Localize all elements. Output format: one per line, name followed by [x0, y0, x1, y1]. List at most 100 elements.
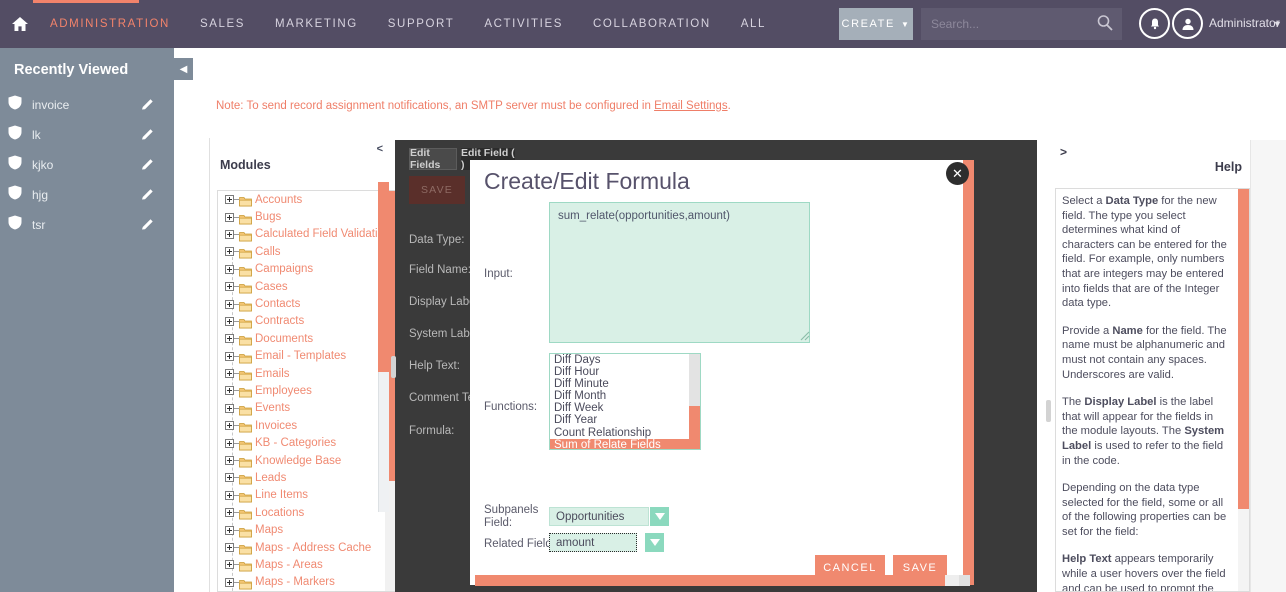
- tree-item[interactable]: Email - Templates: [218, 348, 396, 365]
- function-option[interactable]: Diff Days: [550, 354, 700, 366]
- subpanels-field-value[interactable]: Opportunities: [549, 507, 649, 526]
- expand-plus-icon[interactable]: [225, 247, 234, 257]
- create-button[interactable]: CREATE ▼: [839, 8, 913, 40]
- tree-item[interactable]: Maps - Areas: [218, 556, 396, 573]
- chevron-down-icon[interactable]: [650, 507, 669, 526]
- tree-item[interactable]: Knowledge Base: [218, 452, 396, 469]
- function-option[interactable]: Diff Month: [550, 390, 700, 402]
- tree-item[interactable]: Calls: [218, 243, 396, 260]
- help-scrollbar-track[interactable]: [1238, 189, 1249, 591]
- help-scrollbar-thumb[interactable]: [1238, 189, 1249, 509]
- tree-item[interactable]: Leads: [218, 469, 396, 486]
- expand-plus-icon[interactable]: [225, 473, 234, 483]
- expand-plus-icon[interactable]: [225, 351, 234, 361]
- tree-item[interactable]: Accounts: [218, 191, 396, 208]
- nav-item-sales[interactable]: SALES: [185, 0, 260, 48]
- expand-plus-icon[interactable]: [225, 403, 234, 413]
- expand-plus-icon[interactable]: [225, 438, 234, 448]
- list-item[interactable]: kjko: [8, 150, 174, 180]
- function-option[interactable]: Count Relationship: [550, 427, 700, 439]
- search-input[interactable]: [921, 9, 1081, 39]
- expand-plus-icon[interactable]: [225, 386, 234, 396]
- function-option[interactable]: Diff Year: [550, 414, 700, 426]
- list-item[interactable]: tsr: [8, 210, 174, 240]
- tree-item[interactable]: Invoices: [218, 417, 396, 434]
- search-icon[interactable]: [1096, 14, 1114, 37]
- tree-item[interactable]: KB - Categories: [218, 434, 396, 451]
- expand-plus-icon[interactable]: [225, 508, 234, 518]
- pencil-icon[interactable]: [141, 158, 154, 176]
- tree-item[interactable]: Maps - Markers: [218, 574, 396, 591]
- subpanels-field-select[interactable]: Opportunities: [549, 507, 669, 526]
- bell-notification-icon[interactable]: [1139, 8, 1170, 39]
- pencil-icon[interactable]: [141, 218, 154, 236]
- expand-plus-icon[interactable]: [225, 525, 234, 535]
- related-field-select[interactable]: amount: [549, 533, 664, 552]
- chevron-down-icon[interactable]: [645, 533, 664, 552]
- tree-item[interactable]: Events: [218, 400, 396, 417]
- tree-item[interactable]: Line Items: [218, 487, 396, 504]
- chevron-right-icon[interactable]: >: [1060, 145, 1067, 159]
- tree-item[interactable]: Employees: [218, 382, 396, 399]
- expand-plus-icon[interactable]: [225, 369, 234, 379]
- expand-plus-icon[interactable]: [225, 195, 234, 205]
- expand-plus-icon[interactable]: [225, 490, 234, 500]
- search-bar[interactable]: [921, 8, 1122, 40]
- expand-plus-icon[interactable]: [225, 264, 234, 274]
- home-icon[interactable]: [5, 15, 35, 33]
- expand-plus-icon[interactable]: [225, 229, 234, 239]
- panel-scrollbar-thumb[interactable]: [378, 182, 389, 372]
- administrator-menu-label[interactable]: Administrator: [1209, 16, 1280, 30]
- tree-item[interactable]: Campaigns: [218, 261, 396, 278]
- function-option[interactable]: Sum of Relate Fields: [550, 438, 700, 449]
- expand-plus-icon[interactable]: [225, 282, 234, 292]
- tree-item[interactable]: Maps: [218, 521, 396, 538]
- chevron-left-icon[interactable]: <: [377, 143, 383, 155]
- expand-plus-icon[interactable]: [225, 212, 234, 222]
- expand-plus-icon[interactable]: [225, 421, 234, 431]
- nav-item-support[interactable]: SUPPORT: [373, 0, 470, 48]
- pencil-icon[interactable]: [141, 98, 154, 116]
- tree-item[interactable]: Cases: [218, 278, 396, 295]
- expand-plus-icon[interactable]: [225, 577, 234, 587]
- functions-scrollbar-track[interactable]: [689, 354, 700, 449]
- user-avatar-icon[interactable]: [1172, 8, 1203, 39]
- email-settings-link[interactable]: Email Settings: [654, 100, 728, 112]
- nav-item-all[interactable]: ALL: [726, 0, 781, 48]
- nav-item-collaboration[interactable]: COLLABORATION: [578, 0, 726, 48]
- dialog-scrollbar-vertical[interactable]: [963, 160, 974, 585]
- tab-edit-fields[interactable]: Edit Fields: [409, 147, 457, 171]
- tree-item[interactable]: Emails: [218, 365, 396, 382]
- formula-input[interactable]: [549, 202, 810, 343]
- related-field-value[interactable]: amount: [549, 533, 637, 552]
- tree-item[interactable]: Contacts: [218, 295, 396, 312]
- expand-plus-icon[interactable]: [225, 316, 234, 326]
- close-x-icon[interactable]: ✕: [946, 162, 969, 185]
- pencil-icon[interactable]: [141, 188, 154, 206]
- function-option[interactable]: Diff Hour: [550, 366, 700, 378]
- list-item[interactable]: lk: [8, 120, 174, 150]
- edit-field-save-button[interactable]: SAVE: [409, 176, 465, 204]
- tree-item[interactable]: Documents: [218, 330, 396, 347]
- pencil-icon[interactable]: [141, 128, 154, 146]
- functions-listbox[interactable]: Diff Days Diff Hour Diff Minute Diff Month D…: [549, 353, 701, 450]
- tree-item[interactable]: Maps - Address Cache: [218, 539, 396, 556]
- help-resize-grip[interactable]: [1046, 400, 1051, 422]
- expand-plus-icon[interactable]: [225, 334, 234, 344]
- nav-item-marketing[interactable]: MARKETING: [260, 0, 373, 48]
- expand-plus-icon[interactable]: [225, 560, 234, 570]
- tree-item[interactable]: Calculated Field Validation: [218, 226, 396, 243]
- functions-scrollbar-thumb[interactable]: [689, 406, 700, 449]
- collapse-left-icon[interactable]: ◀: [174, 58, 193, 80]
- tree-item[interactable]: Locations: [218, 504, 396, 521]
- chevron-down-icon[interactable]: ▼: [1273, 19, 1282, 29]
- expand-plus-icon[interactable]: [225, 456, 234, 466]
- function-option[interactable]: Diff Minute: [550, 378, 700, 390]
- list-item[interactable]: invoice: [8, 90, 174, 120]
- list-item[interactable]: hjg: [8, 180, 174, 210]
- nav-item-activities[interactable]: ACTIVITIES: [469, 0, 578, 48]
- function-option[interactable]: Diff Week: [550, 402, 700, 414]
- tree-item[interactable]: Contracts: [218, 313, 396, 330]
- expand-plus-icon[interactable]: [225, 299, 234, 309]
- dialog-scrollbar-horizontal-thumb[interactable]: [475, 575, 945, 586]
